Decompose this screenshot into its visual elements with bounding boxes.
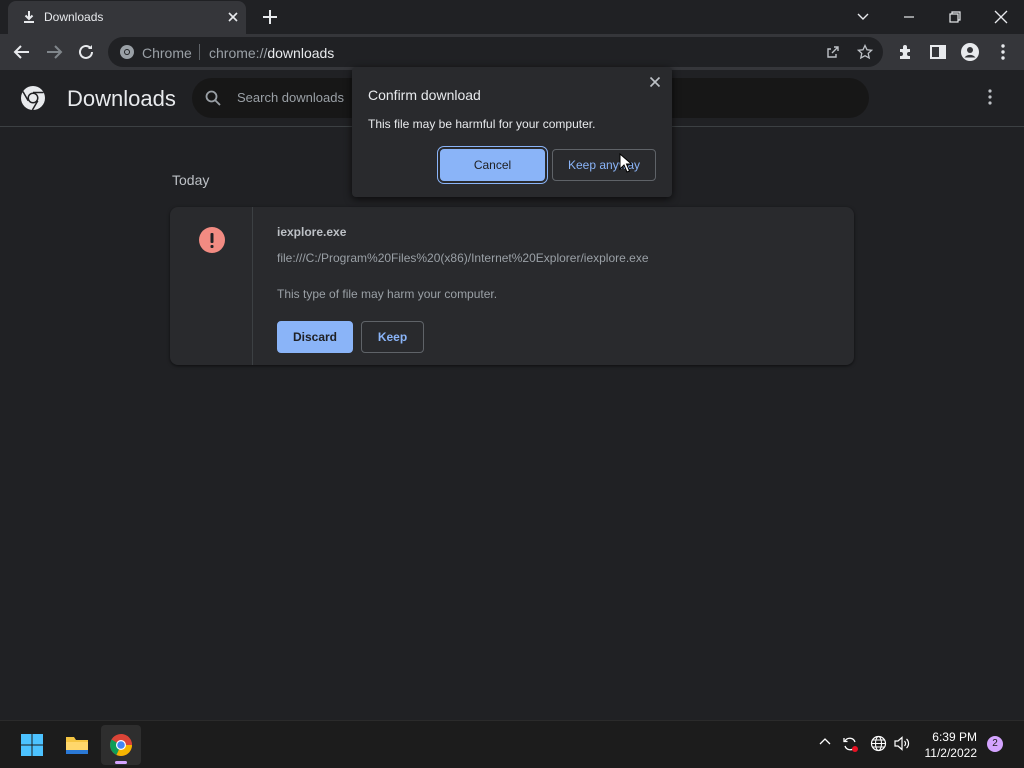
new-tab-icon[interactable]	[261, 8, 279, 26]
taskbar: 6:39 PM 11/2/2022	[0, 720, 1024, 768]
file-url[interactable]: file:///C:/Program%20Files%20(x86)/Inter…	[277, 251, 649, 265]
cancel-button[interactable]: Cancel	[440, 149, 545, 181]
side-panel-icon[interactable]	[928, 42, 948, 62]
site-label: Chrome	[142, 45, 192, 61]
address-bar[interactable]: Chrome chrome://downloads	[108, 37, 883, 67]
file-explorer-button[interactable]	[57, 725, 97, 765]
tab-title: Downloads	[44, 10, 104, 24]
forward-icon[interactable]	[44, 42, 64, 62]
bookmark-star-icon[interactable]	[857, 44, 873, 60]
download-item: iexplore.exe file:///C:/Program%20Files%…	[170, 207, 854, 365]
profile-icon[interactable]	[960, 42, 980, 62]
volume-icon[interactable]	[893, 735, 911, 752]
keep-anyway-button[interactable]: Keep anyway	[552, 149, 656, 181]
search-placeholder: Search downloads	[237, 90, 344, 105]
page-title: Downloads	[67, 86, 176, 111]
search-icon	[204, 89, 222, 107]
extensions-icon[interactable]	[896, 42, 916, 62]
tab-downloads[interactable]: Downloads	[8, 1, 246, 34]
browser-toolbar: Chrome chrome://downloads	[0, 34, 1024, 70]
start-button[interactable]	[12, 725, 52, 765]
network-globe-icon[interactable]	[870, 735, 887, 752]
dialog-title: Confirm download	[368, 87, 481, 103]
active-app-indicator	[115, 761, 127, 764]
url-text: chrome://downloads	[209, 45, 334, 61]
chrome-site-icon	[119, 44, 135, 60]
restore-icon[interactable]	[945, 7, 965, 27]
notification-badge[interactable]: 2	[987, 736, 1003, 752]
keep-button[interactable]: Keep	[361, 321, 424, 353]
show-hidden-icons-icon[interactable]	[818, 735, 832, 749]
file-name: iexplore.exe	[277, 225, 347, 239]
tab-search-icon[interactable]	[853, 7, 873, 27]
mouse-pointer-icon	[619, 153, 632, 173]
discard-button[interactable]: Discard	[277, 321, 353, 353]
dialog-message: This file may be harmful for your comput…	[368, 117, 596, 131]
chrome-logo-icon	[20, 85, 46, 111]
omnibox-separator	[199, 44, 200, 60]
share-icon[interactable]	[825, 44, 841, 60]
clock-time[interactable]: 6:39 PM	[925, 730, 977, 744]
url-scheme: chrome://	[209, 45, 268, 61]
tab-close-icon[interactable]	[226, 10, 240, 24]
close-icon[interactable]	[648, 75, 662, 89]
card-divider	[252, 207, 253, 365]
more-actions-icon[interactable]	[982, 88, 998, 106]
warning-icon	[198, 226, 226, 254]
danger-warning-text: This type of file may harm your computer…	[277, 287, 498, 301]
close-window-icon[interactable]	[991, 7, 1011, 27]
browser-menu-icon[interactable]	[993, 42, 1013, 62]
minimize-icon[interactable]	[899, 7, 919, 27]
sync-icon[interactable]	[841, 735, 859, 753]
download-icon	[22, 10, 36, 24]
tab-strip: Downloads	[0, 0, 1024, 34]
confirm-download-dialog: Confirm download This file may be harmfu…	[352, 67, 672, 197]
back-icon[interactable]	[12, 42, 32, 62]
chrome-taskbar-button[interactable]	[101, 725, 141, 765]
date-heading: Today	[172, 172, 210, 188]
reload-icon[interactable]	[76, 42, 96, 62]
clock-date[interactable]: 11/2/2022	[915, 746, 978, 760]
url-host: downloads	[267, 45, 335, 61]
